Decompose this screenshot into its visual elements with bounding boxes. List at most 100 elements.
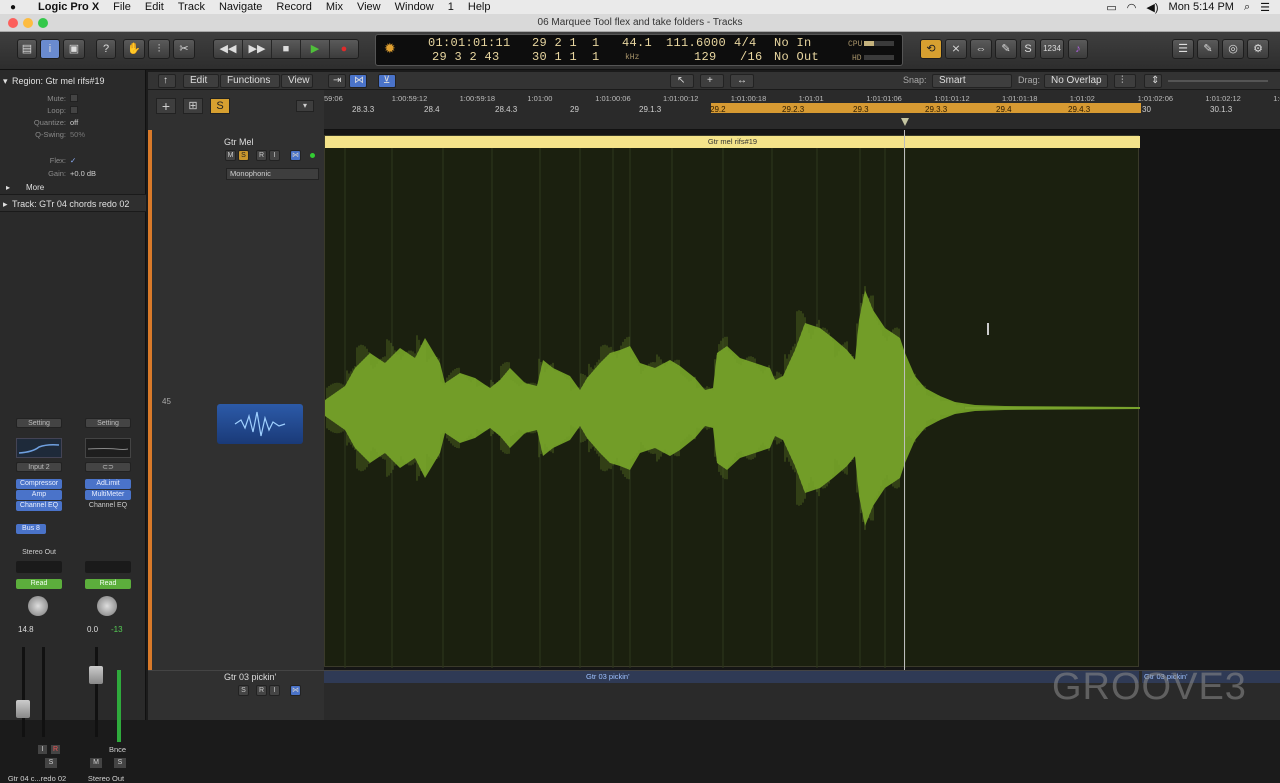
group-slot[interactable] (16, 561, 62, 573)
audio-region-2[interactable]: Gtr 03 pickin' (324, 671, 1139, 683)
input-monitor-button[interactable]: I (269, 685, 280, 696)
param-gain[interactable]: Gain: +0.0 dB (0, 169, 146, 181)
flex-icon[interactable]: ⋈ (290, 685, 301, 696)
output-slot[interactable]: Stereo Out (16, 548, 62, 558)
waveform-zoom-icon[interactable]: ⫶ (1114, 74, 1136, 88)
toolbar-icon[interactable]: ▣ (63, 39, 85, 59)
functions-menu[interactable]: Functions (220, 74, 280, 88)
global-tracks-icon[interactable]: ▾ (296, 100, 314, 112)
disclosure-triangle-icon[interactable]: ▸ (3, 195, 8, 213)
input-monitor-button[interactable]: I (38, 745, 47, 754)
inspector-icon[interactable]: i (40, 39, 60, 59)
tracks-area[interactable]: Gtr mel rifs#19 Gtr 03 pickin' Gtr 03 pi… (324, 130, 1280, 720)
quick-help-icon[interactable]: ? (96, 39, 116, 59)
flex-mode-select[interactable]: Monophonic (226, 168, 319, 180)
mute-button[interactable]: M (90, 758, 102, 768)
param-q-swing[interactable]: Q-Swing: 50% (0, 130, 146, 142)
record-enable-button[interactable]: R (256, 150, 267, 161)
track-name-2[interactable]: Gtr 03 pickin' (224, 672, 276, 682)
library-icon[interactable]: ▤ (17, 39, 37, 59)
automation-mode[interactable]: Read (85, 579, 131, 589)
plugin-slot-1[interactable]: Compressor (16, 479, 62, 489)
param-loop[interactable]: Loop: (0, 106, 146, 118)
pan-knob[interactable] (97, 596, 117, 616)
flex-icon[interactable]: ⋈ (349, 74, 367, 88)
minimize-window-icon[interactable] (23, 18, 33, 28)
eq-thumbnail[interactable] (16, 438, 62, 458)
pan-knob[interactable] (28, 596, 48, 616)
more-disclosure[interactable]: ▸ More (0, 181, 146, 195)
autopunch-icon[interactable]: ⇔ (970, 39, 992, 59)
menu-file[interactable]: File (113, 1, 131, 13)
global-solo-button[interactable]: S (210, 98, 230, 114)
pointer-tool-icon[interactable]: ↖ (670, 74, 694, 88)
solo-button[interactable]: S (238, 150, 249, 161)
division[interactable]: /16 (740, 50, 763, 64)
catch-icon[interactable]: ⇥ (328, 74, 346, 88)
record-enable-button[interactable]: R (256, 685, 267, 696)
menu-help[interactable]: Help (468, 1, 491, 13)
solo-button[interactable]: S (45, 758, 57, 768)
screen-icon[interactable]: ▭ (1106, 1, 1116, 14)
record-icon[interactable]: ● (330, 40, 358, 58)
editors-icon[interactable]: ✂ (173, 39, 195, 59)
zoom-window-icon[interactable] (38, 18, 48, 28)
stop-icon[interactable]: ■ (272, 40, 301, 58)
vertical-zoom-icon[interactable]: ⇕ (1144, 74, 1162, 88)
flex-icon[interactable]: ⋈ (290, 150, 301, 161)
view-menu[interactable]: View (281, 74, 313, 88)
eq-thumbnail[interactable] (85, 438, 131, 458)
link-icon[interactable]: ⊂⊃ (85, 462, 131, 472)
close-window-icon[interactable] (8, 18, 18, 28)
plugin-slot-3[interactable]: Channel EQ (85, 501, 131, 511)
zoom-icon[interactable]: ↔ (730, 74, 754, 88)
plugin-slot-2[interactable]: Amp (16, 490, 62, 500)
metronome-icon[interactable]: ♪ (1068, 39, 1088, 59)
up-arrow-icon[interactable]: ↑ (158, 74, 176, 88)
timeline-ruler[interactable]: 59:06 1:00:59:12 1:00:59:18 1:01:00 1:01:00:… (324, 90, 1280, 130)
gear-icon[interactable]: ✹ (384, 41, 396, 58)
folder-icon[interactable]: ⊞ (183, 98, 203, 114)
menu-record[interactable]: Record (276, 1, 311, 13)
input-monitor-button[interactable]: I (269, 150, 280, 161)
menu-1[interactable]: 1 (448, 1, 454, 13)
menu-navigate[interactable]: Navigate (219, 1, 262, 13)
plugin-slot-1[interactable]: AdLimit (85, 479, 131, 489)
solo-button[interactable]: S (114, 758, 126, 768)
mixer-icon[interactable]: ⫶ (148, 39, 170, 59)
cycle-icon[interactable]: ⟲ (920, 39, 942, 59)
plugin-slot-2[interactable]: MultiMeter (85, 490, 131, 500)
param-flex[interactable]: Flex: ✓ (0, 156, 146, 168)
app-menu[interactable]: Logic Pro X (38, 1, 99, 13)
play-icon[interactable]: ▶ (301, 40, 330, 58)
setting-button[interactable]: Setting (16, 418, 62, 428)
track-inspector-header[interactable]: ▸ Track: GTr 04 chords redo 02 (0, 194, 146, 212)
send-bus[interactable]: Bus 8 (16, 524, 46, 534)
param-quantize[interactable]: Quantize: off (0, 118, 146, 130)
solo-button-icon[interactable]: S (1020, 39, 1036, 59)
search-icon[interactable]: ⌕ (1244, 1, 1250, 14)
marquee-tool-icon[interactable]: + (700, 74, 724, 88)
region-inspector-header[interactable]: ▾ Region: Gtr mel rifs#19 (0, 74, 146, 88)
volume-fader[interactable] (89, 666, 103, 684)
mute-button[interactable]: M (225, 150, 236, 161)
zoom-slider[interactable] (1168, 80, 1268, 82)
automation-mode[interactable]: Read (16, 579, 62, 589)
input-slot[interactable]: Input 2 (16, 462, 62, 472)
browser-icon[interactable]: ⚙ (1247, 39, 1269, 59)
apple-menu-icon[interactable]: ● (10, 2, 16, 13)
bounce-button[interactable]: Bnce (109, 745, 126, 754)
menu-mix[interactable]: Mix (326, 1, 343, 13)
edit-menu[interactable]: Edit (183, 74, 219, 88)
tuner-icon[interactable]: ✎ (995, 39, 1017, 59)
wifi-icon[interactable]: ◠ (1127, 1, 1137, 14)
smart-controls-icon[interactable]: ✋ (123, 39, 145, 59)
list-icon[interactable]: ☰ (1260, 1, 1270, 14)
menu-window[interactable]: Window (395, 1, 434, 13)
drag-select[interactable]: No Overlap (1044, 74, 1108, 88)
forward-icon[interactable]: ▶▶ (243, 40, 272, 58)
time-signature[interactable]: 4/4 (734, 36, 757, 50)
group-slot[interactable] (85, 561, 131, 573)
audio-region[interactable]: Gtr mel rifs#19 (324, 135, 1140, 668)
setting-button[interactable]: Setting (85, 418, 131, 428)
